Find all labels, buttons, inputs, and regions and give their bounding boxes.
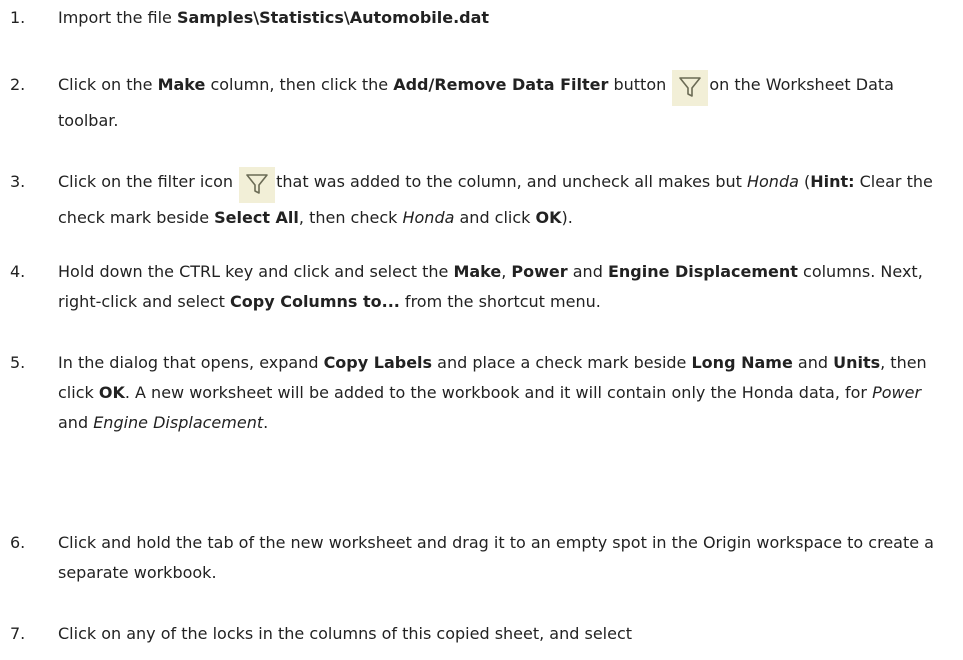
bold-term: Hint: [810, 172, 855, 191]
text-run: In the dialog that opens, expand [58, 353, 324, 372]
step-number: 6. [10, 533, 26, 552]
bold-term: Engine Displacement [607, 262, 798, 281]
step-text: Import the file Samples\Statistics\Autom… [58, 3, 948, 33]
text-run: Click and hold the tab of the new worksh… [58, 533, 934, 582]
text-run: Click on the [58, 75, 158, 94]
text-run: , [501, 262, 512, 281]
bold-term: Add/Remove Data Filter [393, 75, 609, 94]
step-number: 2. [10, 75, 26, 94]
text-run: and place a check mark beside [432, 353, 692, 372]
text-run: ( [798, 172, 811, 191]
bold-term: Make [453, 262, 502, 281]
text-run: and [567, 262, 608, 281]
text-run: , then check [298, 208, 403, 227]
text-run: . [263, 413, 269, 432]
text-run: Click on any of the locks in the columns… [58, 624, 633, 643]
italic-term: Power [872, 383, 922, 402]
step-text: Hold down the CTRL key and click and sel… [58, 257, 948, 317]
step-text: Click on the Make column, then click the… [58, 70, 948, 136]
bold-term: Long Name [691, 353, 793, 372]
filter-icon[interactable] [239, 167, 276, 203]
step-text: Click on any of the locks in the columns… [58, 619, 948, 649]
text-run: and [792, 353, 834, 372]
bold-term: Select All [214, 208, 299, 227]
text-run: ). [561, 208, 573, 227]
text-run: and [58, 413, 94, 432]
text-run: . A new worksheet will be added to the w… [124, 383, 873, 402]
text-run: Hold down the CTRL key and click and sel… [58, 262, 454, 281]
bold-term: Copy Columns to... [230, 292, 400, 311]
italic-term: Honda [746, 172, 799, 191]
bold-term: OK [535, 208, 562, 227]
italic-term: Engine Displacement [93, 413, 264, 432]
step-number: 4. [10, 262, 26, 281]
bold-term: Units [833, 353, 881, 372]
step-number: 5. [10, 353, 26, 372]
step-number: 7. [10, 624, 26, 643]
italic-term: Honda [402, 208, 455, 227]
text-run: from the shortcut menu. [399, 292, 601, 311]
bold-term: Copy Labels [323, 353, 433, 372]
text-run: button [608, 75, 672, 94]
filter-icon[interactable] [672, 70, 709, 106]
text-run: and click [454, 208, 536, 227]
step-text: Click on the filter icon that was added … [58, 167, 948, 233]
step-text: In the dialog that opens, expand Copy La… [58, 348, 948, 438]
step-text: Click and hold the tab of the new worksh… [58, 528, 948, 588]
text-run: that was added to the column, and unchec… [276, 172, 747, 191]
step-number: 1. [10, 8, 26, 27]
step-number: 3. [10, 172, 26, 191]
text-run: Import the file [58, 8, 177, 27]
bold-term: OK [98, 383, 125, 402]
bold-term: Make [157, 75, 206, 94]
bold-term: Samples\Statistics\Automobile.dat [176, 8, 490, 27]
text-run: column, then click the [205, 75, 394, 94]
text-run: Click on the filter icon [58, 172, 239, 191]
bold-term: Power [511, 262, 568, 281]
